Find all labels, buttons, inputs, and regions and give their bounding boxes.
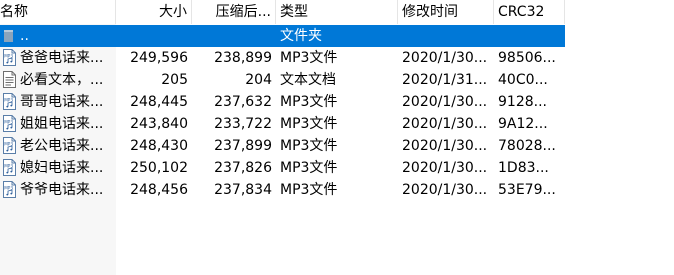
crc-cell: 1D83... [498, 160, 549, 176]
mp3-file-icon: MP3 [3, 136, 16, 154]
size-cell: 248,430 [130, 138, 188, 154]
file-name: 姐姐电话来... [20, 116, 104, 132]
type-cell: MP3文件 [280, 182, 338, 198]
file-list-view[interactable]: 名称 大小 压缩后... 类型 修改时间 CRC32 .. 文件夹 MP3 爸爸… [0, 0, 674, 275]
name-cell: MP3 媳妇电话来... [0, 157, 116, 179]
modified-cell: 2020/1/30... [402, 138, 488, 154]
mp3-file-icon: MP3 [3, 158, 16, 176]
folder-up-icon [4, 29, 13, 42]
file-row[interactable]: MP3 爷爷电话来... 248,456 237,834 MP3文件 2020/… [0, 179, 674, 201]
name-cell: MP3 姐姐电话来... [0, 113, 116, 135]
column-header-filler [565, 0, 674, 24]
mp3-file-icon: MP3 [3, 114, 16, 132]
size-cell: 205 [161, 72, 188, 88]
type-cell: MP3文件 [280, 94, 338, 110]
column-header-name[interactable]: 名称 [0, 0, 116, 24]
type-cell: MP3文件 [280, 138, 338, 154]
file-name: 媳妇电话来... [20, 160, 104, 176]
packed-size-cell: 233,722 [214, 116, 272, 132]
file-row[interactable]: MP3 爸爸电话来... 249,596 238,899 MP3文件 2020/… [0, 47, 674, 69]
file-name: 老公电话来... [20, 138, 104, 154]
crc-cell: 78028... [498, 138, 556, 154]
packed-size-cell: 238,899 [214, 50, 272, 66]
name-cell: MP3 老公电话来... [0, 135, 116, 157]
type-cell: MP3文件 [280, 160, 338, 176]
packed-size-cell: 237,826 [214, 160, 272, 176]
size-cell: 248,445 [130, 94, 188, 110]
name-cell: MP3 爷爷电话来... [0, 179, 116, 201]
size-cell: 249,596 [130, 50, 188, 66]
file-row[interactable]: 必看文本，... 205 204 文本文档 2020/1/31... 40C0.… [0, 69, 674, 91]
column-header-size[interactable]: 大小 [116, 0, 192, 24]
file-name: 爸爸电话来... [20, 50, 104, 66]
packed-size-cell: 237,632 [214, 94, 272, 110]
text-file-icon [3, 70, 16, 88]
packed-size-cell: 237,834 [214, 182, 272, 198]
file-row[interactable]: MP3 哥哥电话来... 248,445 237,632 MP3文件 2020/… [0, 91, 674, 113]
file-row[interactable]: MP3 媳妇电话来... 250,102 237,826 MP3文件 2020/… [0, 157, 674, 179]
name-cell: .. [0, 25, 116, 47]
column-header-bar: 名称 大小 压缩后... 类型 修改时间 CRC32 [0, 0, 674, 24]
file-name: 必看文本，... [20, 72, 104, 88]
modified-cell: 2020/1/30... [402, 116, 488, 132]
name-cell: MP3 哥哥电话来... [0, 91, 116, 113]
file-name: .. [20, 28, 29, 44]
crc-cell [494, 25, 565, 47]
packed-size-cell: 204 [245, 72, 272, 88]
file-name: 哥哥电话来... [20, 94, 104, 110]
size-cell: 243,840 [130, 116, 188, 132]
size-cell: 248,456 [130, 182, 188, 198]
mp3-file-icon: MP3 [3, 92, 16, 110]
modified-cell [398, 25, 494, 47]
type-cell: 文本文档 [280, 72, 336, 88]
crc-cell: 98506... [498, 50, 556, 66]
file-row[interactable]: MP3 老公电话来... 248,430 237,899 MP3文件 2020/… [0, 135, 674, 157]
column-header-type[interactable]: 类型 [276, 0, 398, 24]
column-header-crc32[interactable]: CRC32 [494, 0, 565, 24]
packed-size-cell [192, 25, 276, 47]
packed-size-cell: 237,899 [214, 138, 272, 154]
name-cell: 必看文本，... [0, 69, 116, 91]
size-cell: 250,102 [130, 160, 188, 176]
modified-cell: 2020/1/30... [402, 94, 488, 110]
type-cell: 文件夹 [280, 28, 322, 44]
mp3-file-icon: MP3 [3, 180, 16, 198]
column-header-modified[interactable]: 修改时间 [398, 0, 494, 24]
size-cell [116, 25, 192, 47]
name-cell: MP3 爸爸电话来... [0, 47, 116, 69]
crc-cell: 9128... [498, 94, 547, 110]
modified-cell: 2020/1/30... [402, 182, 488, 198]
crc-cell: 40C0... [498, 72, 548, 88]
parent-folder-row[interactable]: .. 文件夹 [0, 25, 674, 47]
modified-cell: 2020/1/30... [402, 50, 488, 66]
crc-cell: 53E79... [498, 182, 556, 198]
modified-cell: 2020/1/31... [402, 72, 488, 88]
column-header-packed-size[interactable]: 压缩后... [192, 0, 276, 24]
file-name: 爷爷电话来... [20, 182, 104, 198]
mp3-file-icon: MP3 [3, 48, 16, 66]
type-cell: MP3文件 [280, 116, 338, 132]
modified-cell: 2020/1/30... [402, 160, 488, 176]
type-cell: MP3文件 [280, 50, 338, 66]
file-row[interactable]: MP3 姐姐电话来... 243,840 233,722 MP3文件 2020/… [0, 113, 674, 135]
crc-cell: 9A12... [498, 116, 548, 132]
